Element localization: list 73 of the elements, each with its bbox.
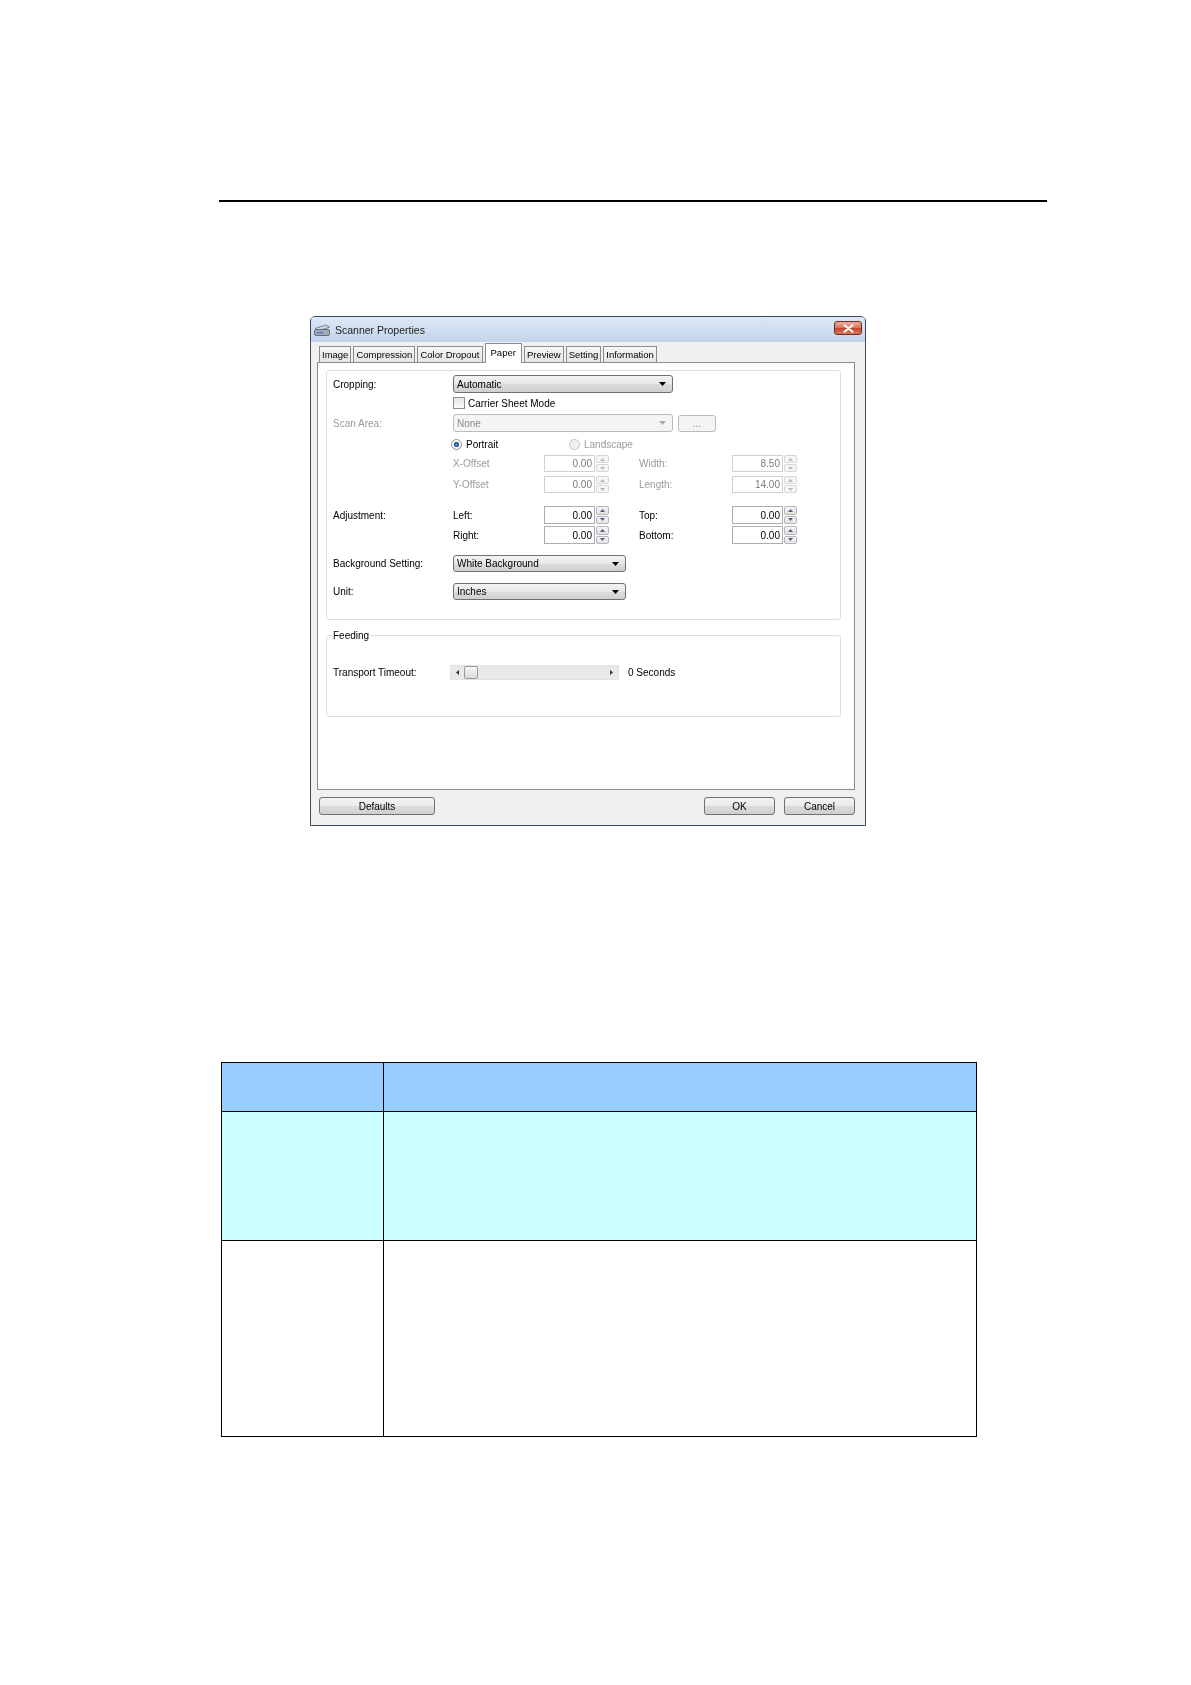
field-label: X-Offset bbox=[453, 458, 490, 469]
spin-up-button[interactable] bbox=[596, 526, 609, 535]
field-label: Transport Timeout: bbox=[333, 667, 417, 678]
tab[interactable]: Setting bbox=[565, 346, 602, 362]
caret-up-icon bbox=[600, 508, 605, 512]
background-dropdown[interactable]: White Background bbox=[453, 555, 626, 572]
dialog-button[interactable]: OK bbox=[704, 797, 775, 815]
number-field[interactable]: 0.00 bbox=[544, 506, 595, 524]
spin-up-button[interactable] bbox=[596, 506, 609, 515]
field-label: Length: bbox=[639, 479, 673, 490]
caret-down-icon bbox=[600, 518, 605, 522]
spin-up-button[interactable] bbox=[784, 506, 797, 515]
tab[interactable]: Preview bbox=[523, 346, 564, 362]
caret-down-icon bbox=[600, 466, 605, 470]
cropping-dropdown[interactable]: Automatic bbox=[453, 375, 673, 393]
scanner-icon bbox=[314, 323, 330, 336]
field-label: Adjustment: bbox=[333, 509, 386, 521]
caret-right-icon bbox=[610, 670, 613, 675]
slider-control[interactable] bbox=[450, 665, 619, 680]
field-label: Width: bbox=[639, 458, 668, 469]
close-icon bbox=[842, 323, 854, 333]
caret-up-icon bbox=[788, 528, 793, 532]
dialog-button[interactable]: Defaults bbox=[319, 797, 435, 815]
number-field[interactable]: 0.00 bbox=[732, 506, 783, 524]
slider-value: 0 Seconds bbox=[628, 667, 676, 678]
field-label: Right: bbox=[453, 529, 480, 541]
caret-up-icon bbox=[600, 478, 605, 482]
tab[interactable]: Color Dropout bbox=[417, 346, 483, 362]
field-label: Y-Offset bbox=[453, 479, 489, 490]
caret-up-icon bbox=[600, 457, 605, 461]
radio-button[interactable] bbox=[451, 438, 462, 450]
caret-left-icon bbox=[456, 670, 459, 675]
tab[interactable]: Information bbox=[603, 346, 657, 362]
caret-down-icon bbox=[659, 382, 666, 386]
spin-down-button[interactable] bbox=[596, 535, 609, 544]
spin-down-button[interactable] bbox=[784, 535, 797, 544]
caret-up-icon bbox=[788, 508, 793, 512]
caret-down-icon bbox=[788, 538, 793, 542]
caret-down-icon bbox=[788, 518, 793, 522]
caret-up-icon bbox=[788, 457, 793, 461]
close-button[interactable] bbox=[834, 321, 862, 335]
caret-down-icon bbox=[612, 589, 619, 594]
caret-down-icon bbox=[788, 466, 793, 470]
number-field[interactable]: 0.00 bbox=[732, 526, 783, 544]
caret-down-icon bbox=[600, 487, 605, 491]
number-field[interactable]: 0.00 bbox=[544, 526, 595, 544]
tab[interactable]: Image bbox=[319, 346, 352, 362]
spin-down-button[interactable] bbox=[784, 515, 797, 524]
unit-dropdown[interactable]: Inches bbox=[453, 583, 626, 600]
radio-label[interactable]: Portrait bbox=[466, 438, 499, 450]
checkbox-label[interactable]: Carrier Sheet Mode bbox=[468, 397, 556, 409]
field-label: Scan Area: bbox=[333, 417, 382, 429]
tab[interactable]: Paper bbox=[484, 343, 522, 363]
caret-up-icon bbox=[600, 528, 605, 532]
field-label: Background Setting: bbox=[333, 558, 424, 569]
checkbox[interactable] bbox=[453, 397, 465, 409]
field-label: Cropping: bbox=[333, 378, 377, 390]
field-label: Top: bbox=[639, 509, 658, 521]
spin-down-button[interactable] bbox=[596, 515, 609, 524]
caret-down-icon bbox=[788, 487, 793, 491]
tab[interactable]: Compression bbox=[353, 346, 416, 362]
caret-down-icon bbox=[612, 561, 619, 566]
group-title: Feeding bbox=[332, 630, 371, 641]
field-label: Left: bbox=[453, 509, 473, 521]
caret-up-icon bbox=[788, 478, 793, 482]
window-title: Scanner Properties bbox=[335, 323, 426, 336]
field-label: Unit: bbox=[333, 586, 354, 597]
caret-down-icon bbox=[659, 421, 666, 425]
field-label: Bottom: bbox=[639, 529, 674, 541]
caret-down-icon bbox=[600, 538, 605, 542]
dialog-button[interactable]: Cancel bbox=[784, 797, 855, 815]
spin-up-button[interactable] bbox=[784, 526, 797, 535]
slider-thumb[interactable] bbox=[464, 666, 478, 679]
